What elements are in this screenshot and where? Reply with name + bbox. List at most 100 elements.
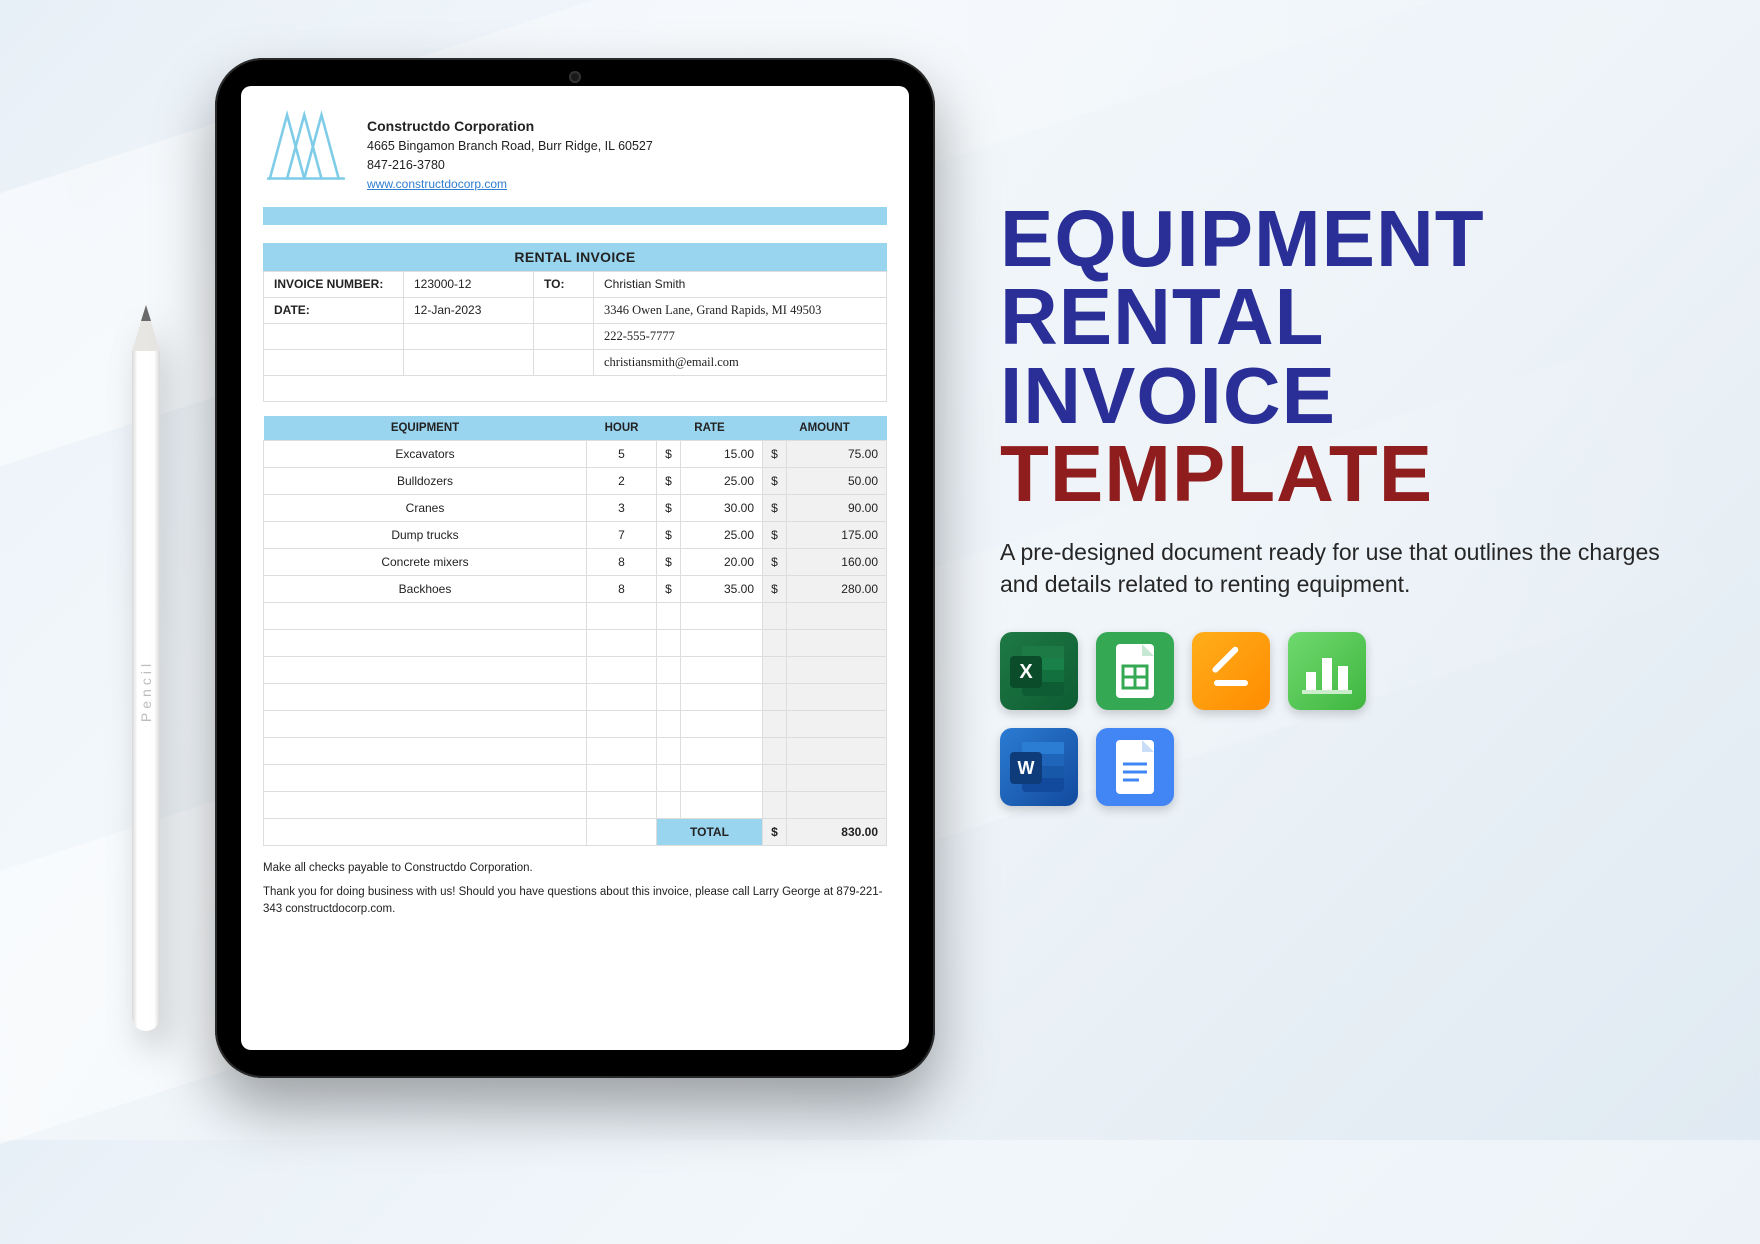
- stylus-pencil: Pencil: [125, 305, 167, 1065]
- table-row-empty: [264, 684, 887, 711]
- value-date: 12-Jan-2023: [404, 298, 534, 324]
- billto-email: christiansmith@email.com: [594, 350, 887, 376]
- cell-hour: 8: [587, 549, 657, 576]
- table-row-empty: [264, 657, 887, 684]
- cell-rate: 25.00: [681, 468, 763, 495]
- cell-rate-currency: $: [657, 468, 681, 495]
- label-to: TO:: [534, 272, 594, 298]
- apple-pages-icon: [1192, 632, 1270, 710]
- table-row: Concrete mixers8$20.00$160.00: [264, 549, 887, 576]
- cell-amount-currency: $: [763, 549, 787, 576]
- cell-hour: 8: [587, 576, 657, 603]
- table-row-empty: [264, 630, 887, 657]
- title-line-4: TEMPLATE: [1000, 435, 1690, 513]
- decorative-bar: [263, 207, 887, 225]
- cell-hour: 3: [587, 495, 657, 522]
- table-row-empty: [264, 603, 887, 630]
- invoice-notes: Make all checks payable to Constructdo C…: [263, 860, 887, 918]
- cell-amount-currency: $: [763, 441, 787, 468]
- cell-amount: 175.00: [787, 522, 887, 549]
- tablet-frame: Constructdo Corporation 4665 Bingamon Br…: [215, 58, 935, 1078]
- app-icon-row: X W: [1000, 632, 1420, 806]
- billto-address: 3346 Owen Lane, Grand Rapids, MI 49503: [594, 298, 887, 324]
- cell-equipment: Dump trucks: [264, 522, 587, 549]
- word-icon: W: [1000, 728, 1078, 806]
- billto-name: Christian Smith: [594, 272, 887, 298]
- cell-rate: 30.00: [681, 495, 763, 522]
- col-hour: HOUR: [587, 416, 657, 441]
- table-header-row: EQUIPMENT HOUR RATE AMOUNT: [264, 416, 887, 441]
- google-docs-icon: [1096, 728, 1174, 806]
- title-line-1: EQUIPMENT: [1000, 200, 1690, 278]
- cell-rate-currency: $: [657, 549, 681, 576]
- cell-rate: 25.00: [681, 522, 763, 549]
- hero-description: A pre-designed document ready for use th…: [1000, 536, 1690, 600]
- pencil-label: Pencil: [138, 660, 154, 722]
- label-date: DATE:: [264, 298, 404, 324]
- value-invoice-number: 123000-12: [404, 272, 534, 298]
- hero-title: EQUIPMENT RENTAL INVOICE TEMPLATE: [1000, 200, 1690, 514]
- table-row: Backhoes8$35.00$280.00: [264, 576, 887, 603]
- cell-rate-currency: $: [657, 441, 681, 468]
- note-thanks: Thank you for doing business with us! Sh…: [263, 884, 887, 919]
- svg-text:X: X: [1019, 661, 1033, 683]
- cell-hour: 7: [587, 522, 657, 549]
- label-invoice-number: INVOICE NUMBER:: [264, 272, 404, 298]
- cell-rate: 35.00: [681, 576, 763, 603]
- total-row: TOTAL $ 830.00: [264, 819, 887, 846]
- col-rate: RATE: [657, 416, 763, 441]
- total-amount: 830.00: [787, 819, 887, 846]
- billto-phone: 222-555-7777: [594, 324, 887, 350]
- svg-text:W: W: [1018, 758, 1035, 778]
- note-payable: Make all checks payable to Constructdo C…: [263, 860, 887, 877]
- cell-amount: 160.00: [787, 549, 887, 576]
- company-website-link[interactable]: www.constructdocorp.com: [367, 177, 507, 191]
- company-logo-icon: [263, 108, 349, 180]
- company-address: 4665 Bingamon Branch Road, Burr Ridge, I…: [367, 137, 653, 156]
- cell-rate: 20.00: [681, 549, 763, 576]
- table-row: Dump trucks7$25.00$175.00: [264, 522, 887, 549]
- google-sheets-icon: [1096, 632, 1174, 710]
- camera-icon: [569, 71, 581, 83]
- cell-rate-currency: $: [657, 576, 681, 603]
- excel-icon: X: [1000, 632, 1078, 710]
- total-currency: $: [763, 819, 787, 846]
- cell-equipment: Backhoes: [264, 576, 587, 603]
- table-row-empty: [264, 765, 887, 792]
- cell-equipment: Excavators: [264, 441, 587, 468]
- cell-rate-currency: $: [657, 522, 681, 549]
- cell-amount-currency: $: [763, 468, 787, 495]
- cell-amount: 90.00: [787, 495, 887, 522]
- cell-amount-currency: $: [763, 576, 787, 603]
- table-row-empty: [264, 711, 887, 738]
- table-row: Excavators5$15.00$75.00: [264, 441, 887, 468]
- cell-rate: 15.00: [681, 441, 763, 468]
- company-name: Constructdo Corporation: [367, 116, 653, 137]
- cell-equipment: Concrete mixers: [264, 549, 587, 576]
- title-line-3: INVOICE: [1000, 357, 1690, 435]
- cell-amount-currency: $: [763, 495, 787, 522]
- hero-panel: EQUIPMENT RENTAL INVOICE TEMPLATE A pre-…: [1000, 200, 1690, 806]
- invoice-meta-grid: INVOICE NUMBER: 123000-12 TO: Christian …: [263, 271, 887, 376]
- col-equipment: EQUIPMENT: [264, 416, 587, 441]
- cell-rate-currency: $: [657, 495, 681, 522]
- table-row-empty: [264, 792, 887, 819]
- section-title: RENTAL INVOICE: [263, 243, 887, 271]
- company-phone: 847-216-3780: [367, 156, 653, 175]
- table-row: Cranes3$30.00$90.00: [264, 495, 887, 522]
- cell-equipment: Bulldozers: [264, 468, 587, 495]
- apple-numbers-icon: [1288, 632, 1366, 710]
- cell-amount: 50.00: [787, 468, 887, 495]
- cell-amount-currency: $: [763, 522, 787, 549]
- total-label: TOTAL: [657, 819, 763, 846]
- cell-hour: 2: [587, 468, 657, 495]
- cell-equipment: Cranes: [264, 495, 587, 522]
- col-amount: AMOUNT: [763, 416, 887, 441]
- invoice-document: Constructdo Corporation 4665 Bingamon Br…: [241, 86, 909, 1050]
- table-row-empty: [264, 738, 887, 765]
- cell-amount: 280.00: [787, 576, 887, 603]
- cell-amount: 75.00: [787, 441, 887, 468]
- table-row: Bulldozers2$25.00$50.00: [264, 468, 887, 495]
- title-line-2: RENTAL: [1000, 278, 1690, 356]
- line-items-table: EQUIPMENT HOUR RATE AMOUNT Excavators5$1…: [263, 416, 887, 846]
